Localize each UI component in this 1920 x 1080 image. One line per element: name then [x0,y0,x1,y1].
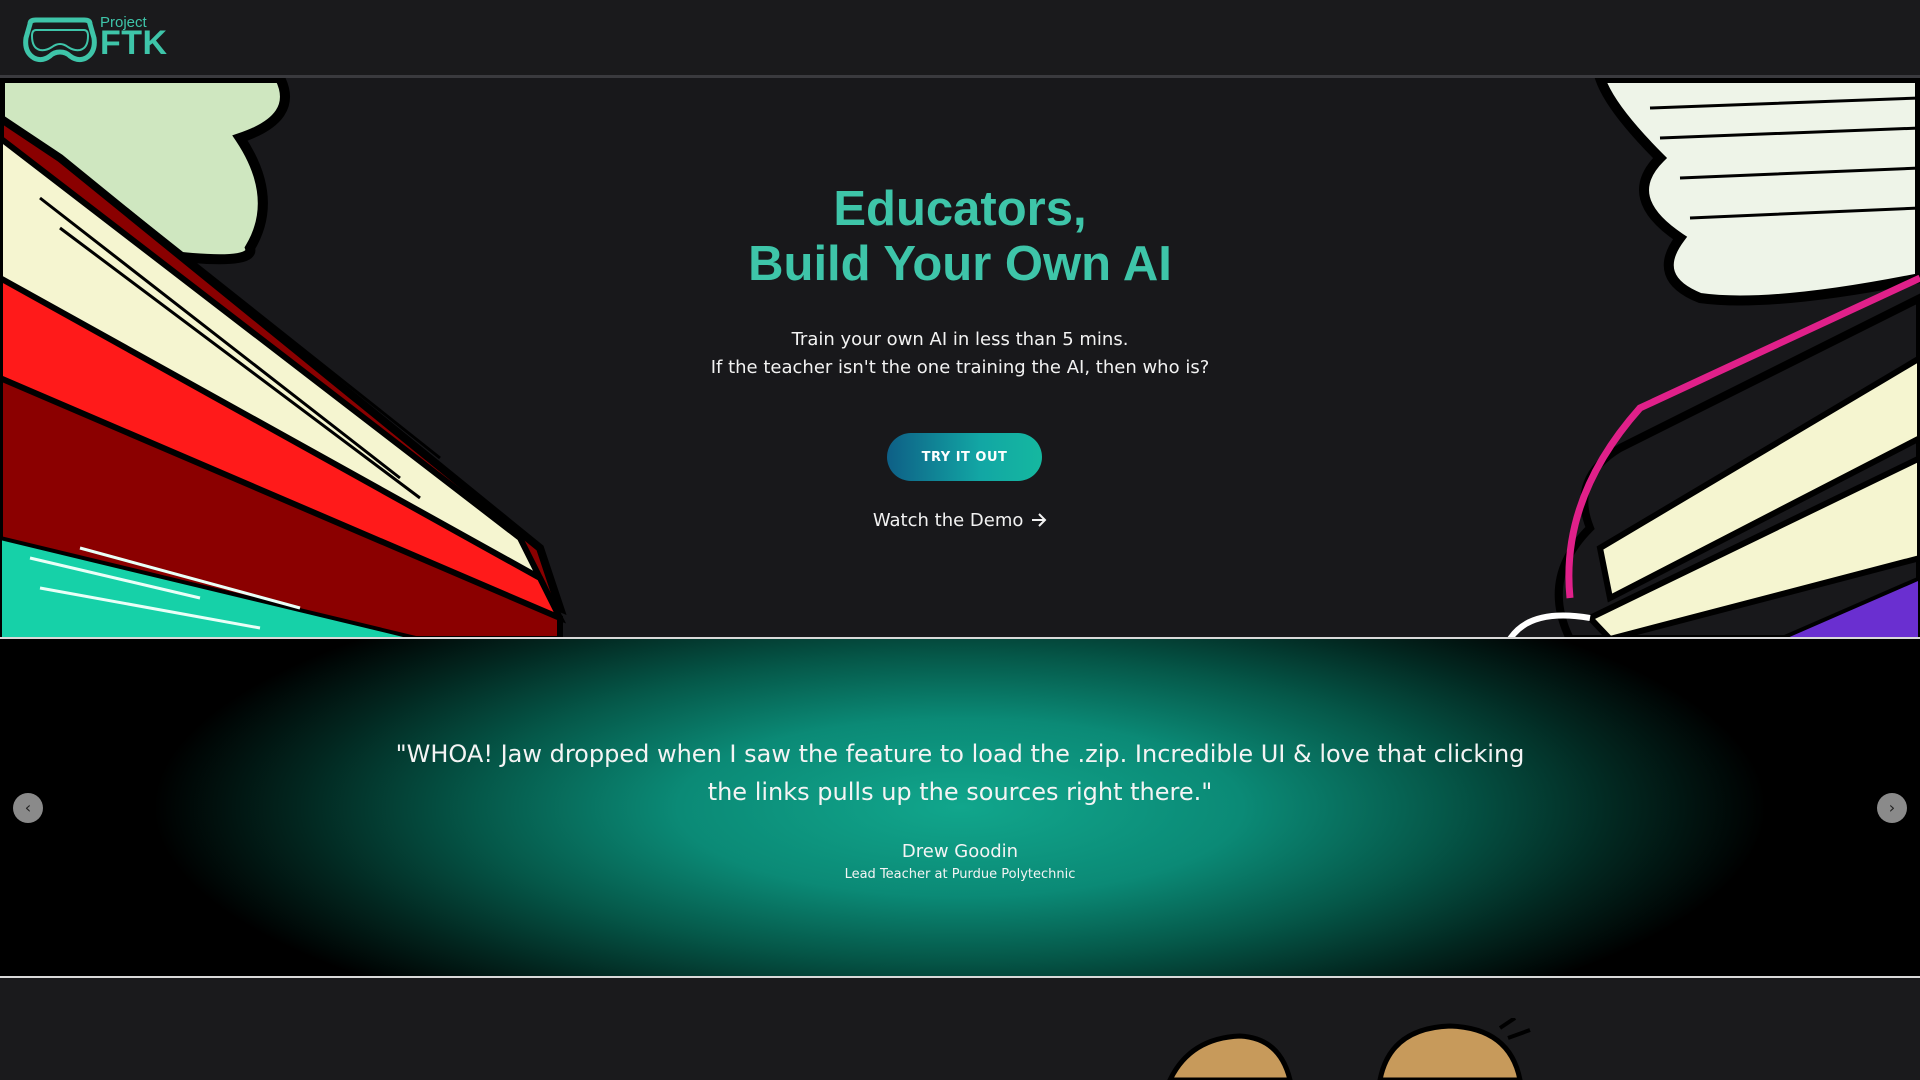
testimonial-carousel: ‹ "WHOA! Jaw dropped when I saw the feat… [0,639,1920,978]
hero-title-line-2: Build Your Own AI [748,237,1172,291]
next-section [0,978,1920,1080]
watch-demo-label[interactable]: Watch the Demo [873,510,1024,531]
hero-section: Educators, Build Your Own AI Train your … [0,78,1920,639]
testimonial-author-name: Drew Goodin [901,841,1019,862]
try-it-out-button[interactable]: TRY IT OUT [887,433,1042,481]
logo-name-text: FTK [100,24,168,62]
characters-illustration [1167,1018,1531,1080]
chevron-right-icon[interactable]: › [1877,793,1907,823]
site-header: Project FTK [0,0,1920,78]
arrow-right-icon[interactable] [1031,513,1047,527]
chevron-left-icon[interactable]: ‹ [13,793,43,823]
hero-subtitle: Train your own AI in less than 5 mins. I… [0,326,1920,382]
hero-title-line-1: Educators, [833,182,1087,236]
testimonial-quote: "WHOA! Jaw dropped when I saw the featur… [395,740,1525,806]
hero-subtitle-line-1: Train your own AI in less than 5 mins. [791,329,1129,350]
hero-title: Educators, Build Your Own AI [0,182,1920,292]
hero-subtitle-line-2: If the teacher isn't the one training th… [710,357,1210,378]
watch-demo-link[interactable]: Watch the Demo [0,510,1920,531]
goggles-icon [23,17,97,63]
logo[interactable]: Project FTK [22,14,172,64]
testimonial-author-title: Lead Teacher at Purdue Polytechnic [844,867,1076,882]
